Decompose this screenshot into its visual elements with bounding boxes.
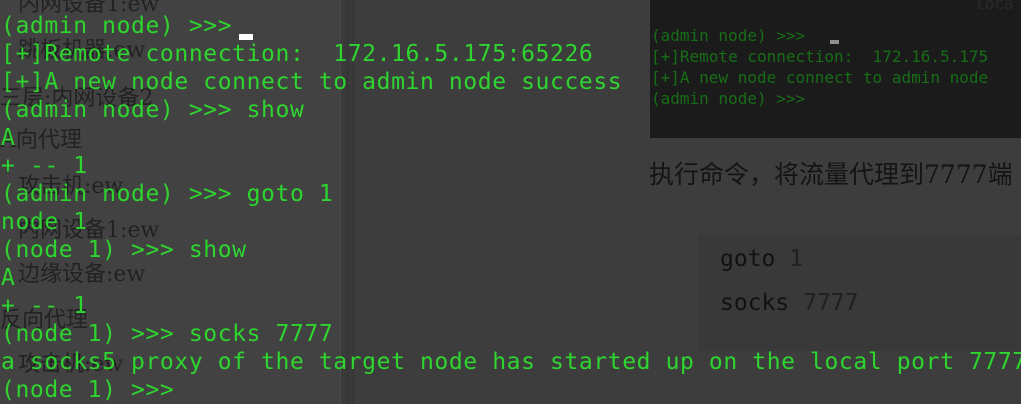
terminal-line: A [1, 265, 16, 291]
terminal-line: [+]A new node connect to admin node succ… [1, 69, 623, 95]
code-block[interactable]: goto 1 socks 7777 [698, 235, 1021, 351]
terminal-line: + -- 1 [1, 293, 88, 319]
terminal-cursor [239, 34, 253, 40]
mini-corner-text: loca [975, 0, 1014, 13]
embedded-terminal-screenshot: loca (admin node) >>> [+]Remote connecti… [650, 0, 1021, 138]
terminal-line: (admin node) >>> [1, 13, 247, 39]
terminal-line: (admin node) >>> show [1, 97, 305, 123]
code-line: goto 1 [720, 246, 804, 272]
terminal-line: (node 1) >>> [1, 377, 189, 403]
mini-terminal-line: (admin node) >>> [651, 89, 806, 108]
sidebar-item[interactable]: 边缘设备:ew [18, 262, 145, 288]
screen: loca (admin node) >>> [+]Remote connecti… [0, 0, 1021, 404]
terminal-line: (node 1) >>> socks 7777 [1, 321, 334, 347]
mini-terminal-line: (admin node) >>> [651, 26, 806, 45]
terminal-line: (node 1) >>> show [1, 237, 247, 263]
code-line: socks 7777 [720, 290, 859, 316]
instruction-text: 执行命令，将流量代理到7777端 [649, 160, 1013, 189]
mini-terminal-line: [+]A new node connect to admin node [651, 68, 989, 87]
terminal-line: a socks5 proxy of the target node has st… [1, 349, 1021, 375]
terminal-line: A [1, 125, 16, 151]
terminal-line: + -- 1 [1, 153, 88, 179]
mini-terminal-cursor [830, 40, 839, 44]
terminal-line: [+]Remote connection: 172.16.5.175:65226 [1, 41, 594, 67]
terminal-line: (admin node) >>> goto 1 [1, 181, 334, 207]
mini-terminal-line: [+]Remote connection: 172.16.5.175 [651, 47, 989, 66]
terminal-line: node 1 [1, 209, 88, 235]
